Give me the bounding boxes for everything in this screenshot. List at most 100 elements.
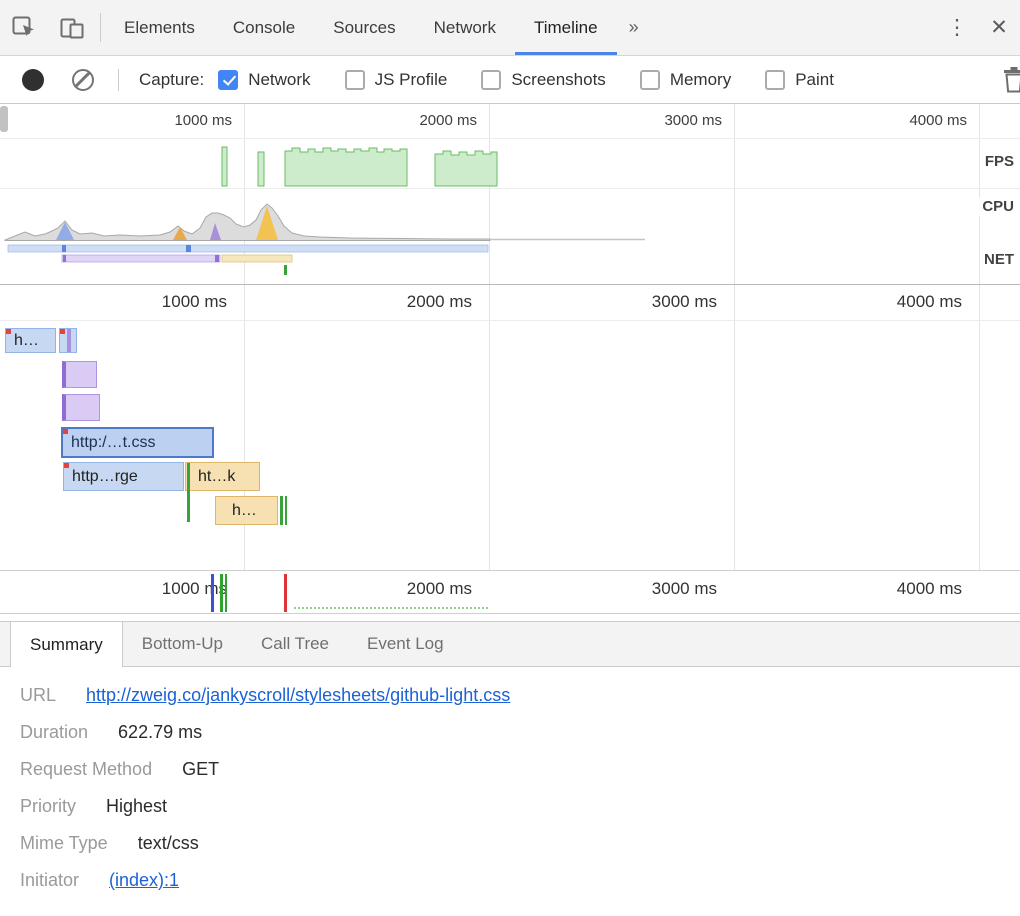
network-request-bar[interactable] (59, 328, 77, 353)
summary-row-initiator: Initiator (index):1 (0, 862, 1020, 899)
initiator-link[interactable]: (index):1 (109, 870, 179, 891)
bottom-ruler-label: 3000 ms (612, 579, 717, 599)
network-request-bar[interactable] (62, 394, 100, 421)
duration-value: 622.79 ms (118, 722, 202, 743)
overview-chart (0, 104, 1020, 285)
request-bar-label: h… (14, 332, 39, 350)
network-request-bar[interactable] (62, 361, 97, 388)
request-bar-label: http:/…t.css (71, 434, 155, 452)
screenshots-checkbox[interactable] (481, 70, 501, 90)
error-marker (63, 462, 69, 468)
tab-event-log[interactable]: Event Log (348, 622, 463, 666)
more-tabs-button[interactable]: » (617, 0, 651, 55)
error-marker (62, 428, 68, 434)
close-icon[interactable]: ✕ (978, 0, 1020, 55)
memory-checkbox[interactable] (640, 70, 660, 90)
error-marker (59, 328, 65, 334)
summary-label: URL (20, 685, 56, 706)
summary-label: Priority (20, 796, 76, 817)
priority-value: Highest (106, 796, 167, 817)
js-profile-checkbox-label: JS Profile (375, 70, 448, 90)
net-row-label: NET (981, 250, 1017, 269)
tab-summary[interactable]: Summary (10, 622, 123, 667)
ruler-divider (0, 320, 1020, 321)
inspect-icon (11, 15, 37, 41)
summary-row-priority: Priority Highest (0, 788, 1020, 825)
timeline-toolbar: Capture: Network JS Profile Screenshots … (0, 56, 1020, 104)
flame-ruler-label: 4000 ms (857, 292, 962, 312)
request-bar-label: h… (232, 502, 257, 520)
tab-network[interactable]: Network (415, 0, 515, 55)
tab-call-tree[interactable]: Call Tree (242, 622, 348, 666)
load-event-marker (284, 574, 287, 612)
network-request-bar[interactable]: h… (215, 496, 278, 525)
memory-checkbox-label: Memory (670, 70, 731, 90)
devtools-window: Elements Console Sources Network Timelin… (0, 0, 1020, 916)
garbage-collect-button[interactable] (1002, 66, 1020, 94)
paint-marker (187, 490, 190, 522)
stylesheet-marker (67, 329, 71, 352)
detail-tabbar: Summary Bottom-Up Call Tree Event Log (0, 621, 1020, 667)
fps-bars (222, 147, 497, 186)
checkbox-paint[interactable]: Paint (765, 70, 834, 90)
request-bar-label: ht…k (198, 468, 235, 486)
device-toolbar-button[interactable] (48, 0, 96, 55)
separator (100, 13, 101, 42)
tab-bottom-up[interactable]: Bottom-Up (123, 622, 242, 666)
first-paint-marker (225, 574, 227, 612)
summary-row-duration: Duration 622.79 ms (0, 714, 1020, 751)
error-marker (5, 328, 11, 334)
tab-sources[interactable]: Sources (314, 0, 414, 55)
summary-label: Initiator (20, 870, 79, 891)
fps-row-label: FPS (982, 152, 1017, 171)
request-method-value: GET (182, 759, 219, 780)
capture-label: Capture: (139, 70, 204, 90)
bottom-ruler-label: 2000 ms (367, 579, 472, 599)
mime-type-value: text/css (138, 833, 199, 854)
flame-ruler-label: 2000 ms (367, 292, 472, 312)
checkbox-screenshots[interactable]: Screenshots (481, 70, 606, 90)
gridline (489, 285, 490, 570)
checkbox-memory[interactable]: Memory (640, 70, 731, 90)
network-request-bar[interactable]: ht…k (185, 462, 260, 491)
flame-ruler-label: 1000 ms (122, 292, 227, 312)
cpu-row-label: CPU (979, 197, 1017, 216)
summary-row-request-method: Request Method GET (0, 751, 1020, 788)
network-checkbox[interactable] (218, 70, 238, 90)
tab-elements[interactable]: Elements (105, 0, 214, 55)
paint-checkbox[interactable] (765, 70, 785, 90)
timeline-bottom-ruler[interactable]: 1000 ms 2000 ms 3000 ms 4000 ms (0, 570, 1020, 614)
first-paint-marker (220, 574, 223, 612)
summary-row-url: URL http://zweig.co/jankyscroll/styleshe… (0, 677, 1020, 714)
network-checkbox-label: Network (248, 70, 310, 90)
clear-icon[interactable] (72, 69, 94, 91)
dom-content-loaded-marker (211, 574, 214, 612)
paint-marker (285, 496, 287, 525)
cpu-area-chart (5, 204, 645, 241)
summary-label: Duration (20, 722, 88, 743)
device-toolbar-icon (59, 15, 86, 41)
checkbox-network[interactable]: Network (218, 70, 310, 90)
network-request-bar[interactable]: http…rge (63, 462, 184, 491)
timeline-overview[interactable]: 1000 ms 2000 ms 3000 ms 4000 ms (0, 104, 1020, 285)
timeline-flame-chart[interactable]: 1000 ms 2000 ms 3000 ms 4000 ms h… http:… (0, 285, 1020, 570)
summary-label: Request Method (20, 759, 152, 780)
js-profile-checkbox[interactable] (345, 70, 365, 90)
tab-console[interactable]: Console (214, 0, 314, 55)
gridline (244, 285, 245, 570)
summary-label: Mime Type (20, 833, 108, 854)
record-button[interactable] (22, 69, 44, 91)
gridline (734, 285, 735, 570)
summary-row-mime-type: Mime Type text/css (0, 825, 1020, 862)
summary-pane: URL http://zweig.co/jankyscroll/styleshe… (0, 667, 1020, 916)
network-request-bar-selected[interactable]: http:/…t.css (61, 427, 214, 458)
screenshots-checkbox-label: Screenshots (511, 70, 606, 90)
request-bar-label: http…rge (72, 468, 138, 486)
request-url-link[interactable]: http://zweig.co/jankyscroll/stylesheets/… (86, 685, 510, 706)
inspect-element-button[interactable] (0, 0, 48, 55)
checkbox-js-profile[interactable]: JS Profile (345, 70, 448, 90)
tab-timeline[interactable]: Timeline (515, 0, 617, 55)
paint-checkbox-label: Paint (795, 70, 834, 90)
menu-icon[interactable]: ⋮ (936, 0, 978, 55)
network-request-bar[interactable]: h… (5, 328, 56, 353)
